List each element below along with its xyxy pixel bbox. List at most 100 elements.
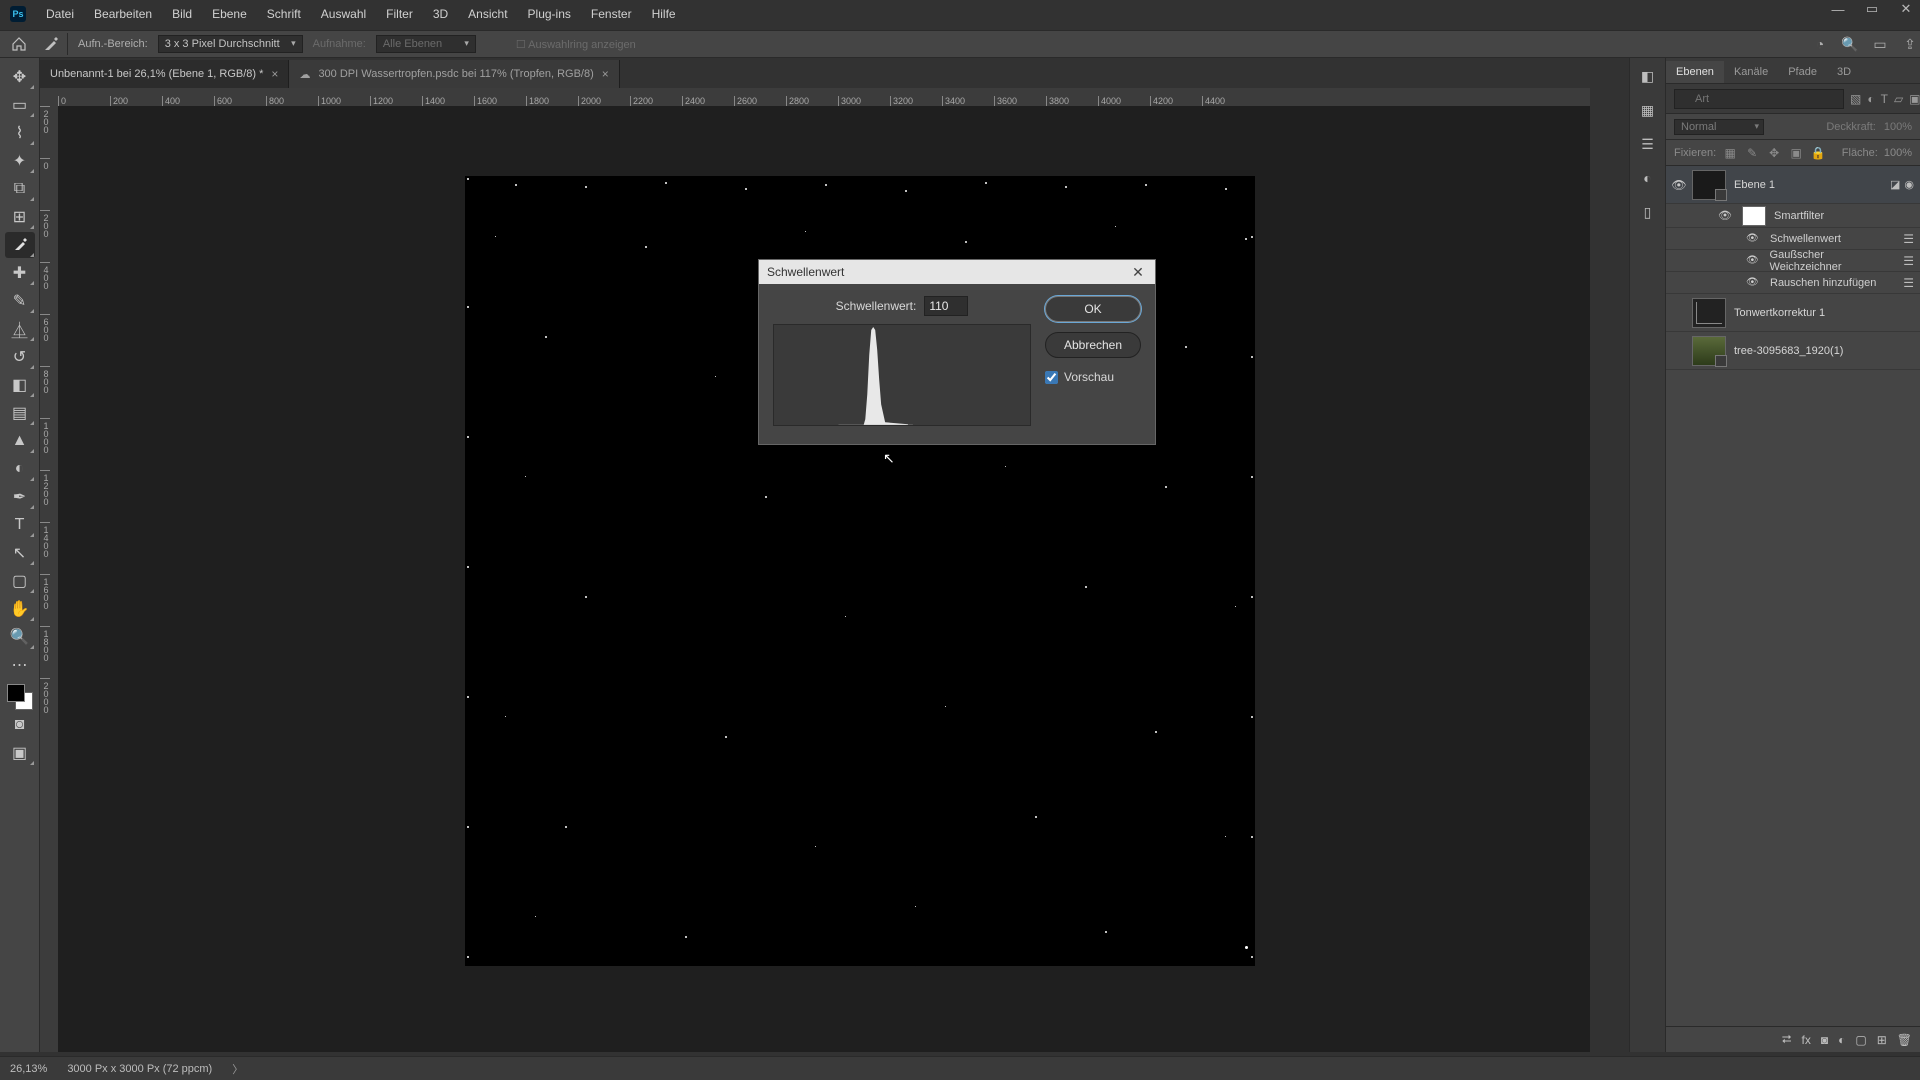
- menu-file[interactable]: Datei: [38, 5, 82, 23]
- sample-size-select[interactable]: 3 x 3 Pixel Durchschnitt: [158, 35, 303, 53]
- type-tool[interactable]: T: [5, 512, 35, 538]
- group-icon[interactable]: ▢: [1855, 1033, 1866, 1047]
- dock-swatches-icon[interactable]: ▦: [1636, 98, 1660, 122]
- layer-name[interactable]: tree-3095683_1920(1): [1734, 345, 1914, 357]
- dialog-close-icon[interactable]: ✕: [1129, 264, 1147, 281]
- adjustment-layer-icon[interactable]: ◐: [1838, 1033, 1845, 1047]
- vertical-ruler[interactable]: 2000200400600800100012001400160018002000: [40, 106, 58, 1052]
- color-swatch[interactable]: [7, 684, 33, 710]
- visibility-toggle-icon[interactable]: 👁: [1746, 233, 1762, 244]
- cancel-button[interactable]: Abbrechen: [1045, 332, 1141, 358]
- visibility-toggle-icon[interactable]: 👁: [1666, 178, 1692, 192]
- menu-view[interactable]: Ansicht: [460, 5, 515, 23]
- pen-tool[interactable]: ✒: [5, 484, 35, 510]
- layer-thumbnail[interactable]: [1692, 298, 1726, 328]
- layer-row[interactable]: tree-3095683_1920(1): [1666, 332, 1920, 370]
- home-icon[interactable]: [8, 33, 30, 55]
- window-minimize-icon[interactable]: —: [1828, 2, 1848, 17]
- lock-pixels-icon[interactable]: ▦: [1722, 146, 1738, 160]
- eraser-tool[interactable]: ◧: [5, 372, 35, 398]
- crop-tool[interactable]: ⧉: [5, 176, 35, 202]
- edit-toolbar[interactable]: ⋯: [5, 652, 35, 678]
- frame-tool[interactable]: ⊞: [5, 204, 35, 230]
- lasso-tool[interactable]: ⌇: [5, 120, 35, 146]
- layer-thumbnail[interactable]: [1692, 170, 1726, 200]
- filter-adjust-icon[interactable]: ◐: [1867, 92, 1874, 106]
- zoom-tool[interactable]: 🔍: [5, 624, 35, 650]
- smartfilter-header-row[interactable]: 👁 Smartfilter: [1666, 204, 1920, 228]
- tab-channels[interactable]: Kanäle: [1724, 61, 1778, 83]
- hand-tool[interactable]: ✋: [5, 596, 35, 622]
- threshold-input[interactable]: [924, 296, 968, 316]
- filter-options-icon[interactable]: ☰: [1903, 254, 1920, 268]
- brush-tool[interactable]: ✎: [5, 288, 35, 314]
- search-icon[interactable]: 🔍: [1840, 34, 1860, 54]
- layer-mask-icon[interactable]: ◙: [1821, 1033, 1828, 1047]
- lock-move-icon[interactable]: ✥: [1766, 146, 1782, 160]
- layer-name[interactable]: Ebene 1: [1734, 179, 1890, 191]
- smartfilter-row[interactable]: 👁 Gaußscher Weichzeichner ☰: [1666, 250, 1920, 272]
- filter-smart-icon[interactable]: ▣: [1909, 92, 1920, 106]
- tab-3d[interactable]: 3D: [1827, 61, 1861, 83]
- smartfilter-row[interactable]: 👁 Rauschen hinzufügen ☰: [1666, 272, 1920, 294]
- window-maximize-icon[interactable]: ▭: [1862, 1, 1882, 17]
- move-tool[interactable]: ✥: [5, 64, 35, 90]
- window-close-icon[interactable]: ✕: [1896, 1, 1916, 17]
- healing-tool[interactable]: ✚: [5, 260, 35, 286]
- lock-all-icon[interactable]: 🔒: [1810, 146, 1826, 160]
- menu-plugins[interactable]: Plug-ins: [520, 5, 579, 23]
- dialog-titlebar[interactable]: Schwellenwert ✕: [759, 260, 1155, 284]
- history-brush-tool[interactable]: ↺: [5, 344, 35, 370]
- filter-shape-icon[interactable]: ▱: [1894, 92, 1903, 106]
- preview-checkbox-input[interactable]: [1045, 371, 1058, 384]
- menu-window[interactable]: Fenster: [583, 5, 640, 23]
- document-tab-inactive[interactable]: ☁ 300 DPI Wassertropfen.psdc bei 117% (T…: [289, 60, 619, 88]
- dock-properties-icon[interactable]: ☰: [1636, 132, 1660, 156]
- menu-select[interactable]: Auswahl: [313, 5, 374, 23]
- lock-position-icon[interactable]: ✎: [1744, 146, 1760, 160]
- workspace-icon[interactable]: ▭: [1870, 34, 1890, 54]
- smartfilter-row[interactable]: 👁 Schwellenwert ☰: [1666, 228, 1920, 250]
- horizontal-ruler[interactable]: 0200400600800100012001400160018002000220…: [58, 88, 1590, 106]
- path-select-tool[interactable]: ↖: [5, 540, 35, 566]
- link-layers-icon[interactable]: ⮂: [1782, 1032, 1792, 1047]
- dock-libraries-icon[interactable]: ▯: [1636, 200, 1660, 224]
- filter-type-icon[interactable]: T: [1881, 92, 1888, 106]
- screen-mode-icon[interactable]: ▣: [5, 740, 35, 766]
- menu-layer[interactable]: Ebene: [204, 5, 255, 23]
- tab-paths[interactable]: Pfade: [1778, 61, 1827, 83]
- shape-tool[interactable]: ▢: [5, 568, 35, 594]
- document-info[interactable]: 3000 Px x 3000 Px (72 ppcm): [67, 1063, 212, 1075]
- blur-tool[interactable]: ▲: [5, 428, 35, 454]
- ruler-origin[interactable]: [40, 88, 58, 106]
- visibility-toggle-icon[interactable]: 👁: [1718, 209, 1734, 222]
- visibility-toggle-icon[interactable]: 👁: [1746, 255, 1762, 266]
- tab-layers[interactable]: Ebenen: [1666, 61, 1724, 83]
- filter-options-icon[interactable]: ☰: [1903, 232, 1920, 246]
- eyedropper-tool[interactable]: [5, 232, 35, 258]
- filter-mask-thumbnail[interactable]: [1742, 206, 1766, 226]
- dock-adjustments-icon[interactable]: ◐: [1636, 166, 1660, 190]
- dodge-tool[interactable]: ◐: [5, 456, 35, 482]
- menu-filter[interactable]: Filter: [378, 5, 421, 23]
- tab-close-icon[interactable]: ×: [602, 67, 609, 81]
- cloud-docs-icon[interactable]: ◔: [1810, 34, 1830, 54]
- delete-layer-icon[interactable]: 🗑: [1897, 1033, 1912, 1047]
- document-tab-active[interactable]: Unbenannt-1 bei 26,1% (Ebene 1, RGB/8) *…: [40, 60, 289, 88]
- share-icon[interactable]: ⇪: [1900, 34, 1920, 54]
- filter-options-icon[interactable]: ☰: [1903, 276, 1920, 290]
- layer-style-icon[interactable]: fx: [1802, 1033, 1811, 1047]
- status-info-menu-icon[interactable]: 〉: [232, 1061, 243, 1077]
- marquee-tool[interactable]: ▭: [5, 92, 35, 118]
- filter-pixel-icon[interactable]: ▧: [1850, 92, 1861, 106]
- quick-mask-icon[interactable]: ◙: [5, 712, 35, 738]
- stamp-tool[interactable]: ⏅: [5, 316, 35, 342]
- layer-row[interactable]: Tonwertkorrektur 1: [1666, 294, 1920, 332]
- quick-select-tool[interactable]: ✦: [5, 148, 35, 174]
- layer-filter-input[interactable]: [1674, 89, 1844, 109]
- menu-edit[interactable]: Bearbeiten: [86, 5, 160, 23]
- histogram[interactable]: [773, 324, 1031, 426]
- visibility-toggle-icon[interactable]: 👁: [1746, 277, 1762, 288]
- lock-artboard-icon[interactable]: ▣: [1788, 146, 1804, 160]
- tab-close-icon[interactable]: ×: [271, 67, 278, 81]
